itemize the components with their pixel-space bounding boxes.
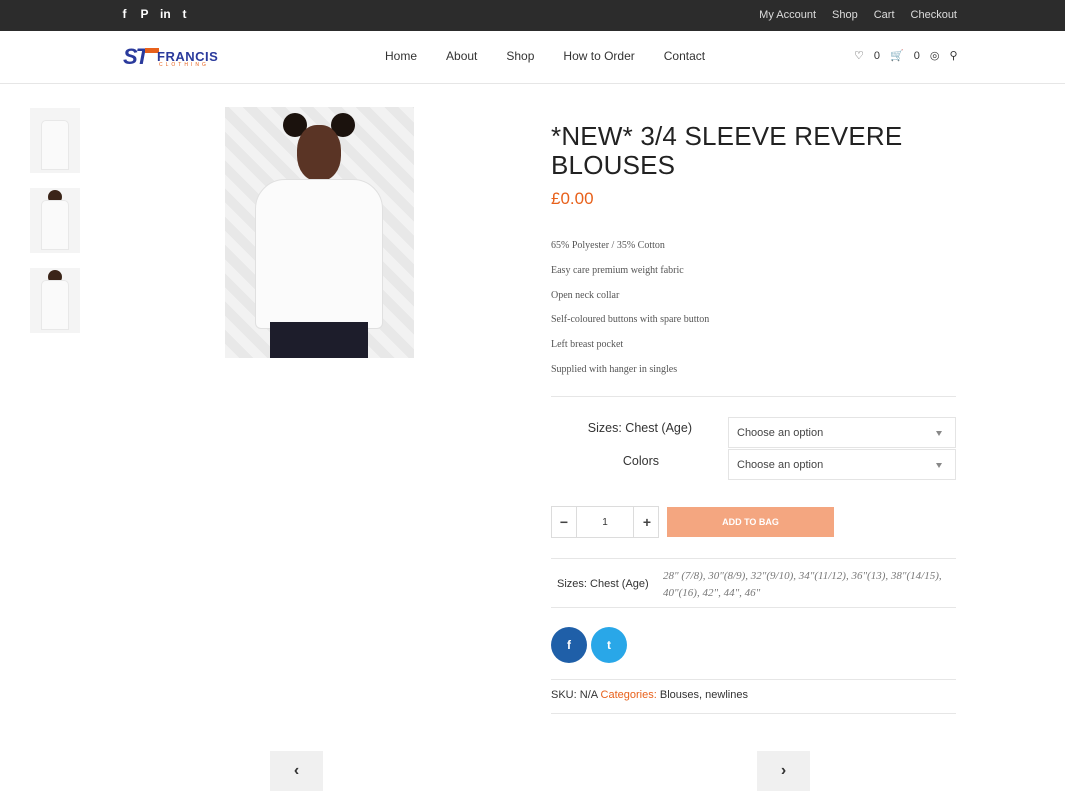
description-line: Supplied with hanger in singles — [551, 363, 678, 375]
logo-subtitle: CLOTHING — [159, 62, 209, 68]
chevron-down-icon — [936, 431, 942, 436]
attribute-value: 28" (7/8), 30"(8/9), 32"(9/10), 34"(11/1… — [663, 570, 942, 599]
description-line: 65% Polyester / 35% Cotton — [551, 240, 665, 251]
attribute-label: Sizes: Chest (Age) — [557, 578, 649, 590]
product-price: £0.00 — [551, 189, 594, 208]
product-thumbnail[interactable] — [30, 188, 80, 253]
sku-value: N/A — [579, 689, 598, 701]
nav-shop[interactable]: Shop — [506, 49, 534, 63]
logo[interactable]: ST FRANCIS CLOTHING — [123, 44, 218, 69]
product-thumbnail[interactable] — [30, 268, 80, 333]
product-meta: SKU: N/A Categories: Blouses, newlines — [551, 689, 748, 701]
divider — [551, 679, 956, 680]
thumbnail-shirt — [41, 280, 69, 330]
pinterest-icon[interactable]: P — [140, 7, 149, 21]
color-label: Colors — [622, 454, 659, 468]
product-main-image[interactable] — [225, 107, 414, 358]
site-header: ST FRANCIS CLOTHING Home About Shop How … — [0, 31, 1065, 84]
checkout-link[interactable]: Checkout — [911, 9, 957, 21]
nav-how-to-order[interactable]: How to Order — [563, 49, 634, 63]
search-icon[interactable]: ⚲ — [949, 49, 957, 62]
facebook-icon[interactable]: f — [120, 7, 129, 21]
color-select[interactable]: Choose an option — [728, 449, 956, 480]
twitter-share-icon[interactable]: t — [591, 627, 627, 663]
description-line: Left breast pocket — [551, 339, 624, 351]
sku-label: SKU: — [551, 689, 577, 701]
size-select[interactable]: Choose an option — [728, 417, 956, 448]
top-bar: f P in t My Account Shop Cart Checkout — [0, 0, 1065, 31]
category-link[interactable]: newlines — [705, 689, 748, 701]
cart-icon[interactable]: 🛒 — [890, 49, 904, 62]
header-icons: ♡ 0 🛒 0 ◎ ⚲ — [854, 49, 958, 63]
facebook-share-icon[interactable]: f — [551, 627, 587, 663]
plus-icon[interactable]: + — [635, 507, 659, 537]
category-link[interactable]: Blouses — [660, 689, 699, 701]
model-skirt — [270, 322, 368, 358]
product-thumbnail[interactable] — [30, 108, 80, 173]
add-to-bag-button[interactable]: ADD TO BAG — [667, 507, 834, 537]
blouse-image — [255, 179, 383, 329]
divider — [551, 607, 956, 608]
minus-icon[interactable]: − — [552, 507, 576, 537]
user-icon[interactable]: ◎ — [930, 49, 940, 62]
nav-home[interactable]: Home — [385, 49, 417, 63]
social-links: f P in t — [120, 7, 189, 21]
description-line: Open neck collar — [551, 289, 620, 301]
logo-mark: ST — [123, 44, 149, 69]
next-product-button[interactable]: › — [757, 751, 810, 791]
divider — [551, 558, 956, 559]
main-nav: Home About Shop How to Order Contact — [385, 49, 734, 63]
color-select-value: Choose an option — [737, 459, 824, 471]
chevron-down-icon — [936, 463, 942, 468]
model-face — [297, 125, 341, 181]
product-title: *NEW* 3/4 SLEEVE REVERE BLOUSES — [551, 121, 903, 180]
categories-label: Categories: — [600, 689, 657, 701]
quantity-stepper: − + — [551, 506, 659, 538]
description-line: Easy care premium weight fabric — [551, 264, 684, 276]
size-label: Sizes: Chest (Age) — [587, 421, 692, 435]
twitter-icon[interactable]: t — [180, 7, 189, 21]
nav-contact[interactable]: Contact — [664, 49, 705, 63]
nav-about[interactable]: About — [446, 49, 477, 63]
thumbnail-shirt — [41, 120, 69, 170]
description-line: Self-coloured buttons with spare button — [551, 314, 710, 326]
my-account-link[interactable]: My Account — [759, 9, 816, 21]
divider — [551, 713, 956, 714]
shop-link[interactable]: Shop — [832, 9, 858, 21]
cart-count: 0 — [913, 49, 920, 62]
account-links: My Account Shop Cart Checkout — [759, 9, 957, 21]
linkedin-icon[interactable]: in — [160, 7, 171, 21]
divider — [551, 396, 956, 397]
product-description: 65% Polyester / 35% Cotton Easy care pre… — [551, 240, 709, 389]
wishlist-icon[interactable]: ♡ — [854, 49, 864, 62]
cart-link[interactable]: Cart — [874, 9, 895, 21]
thumbnail-shirt — [41, 200, 69, 250]
size-select-value: Choose an option — [737, 427, 824, 439]
previous-product-button[interactable]: ‹ — [270, 751, 323, 791]
wishlist-count: 0 — [873, 49, 880, 62]
quantity-input[interactable] — [576, 507, 634, 537]
